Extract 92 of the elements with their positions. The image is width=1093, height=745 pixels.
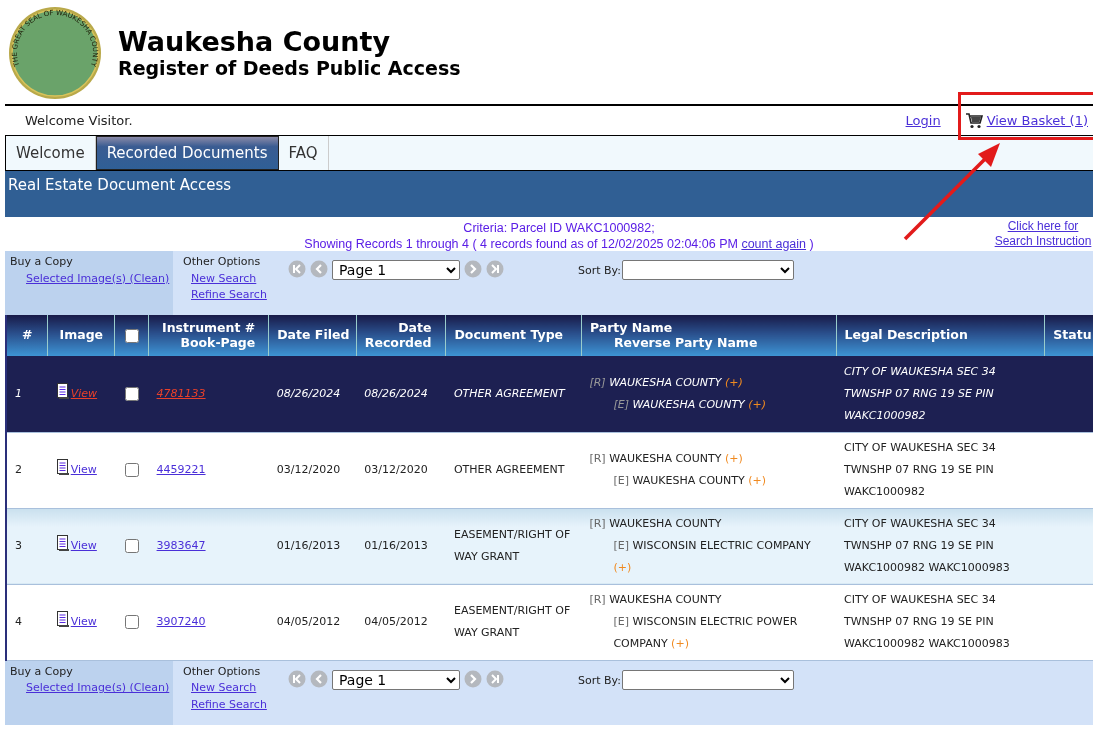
table-cell: CITY OF WAUKESHA SEC 34 TWNSHP 07 RNG 19 SE PIN WAKC1000982 WAKC1000983 — [836, 584, 1045, 660]
view-image-link[interactable]: View — [55, 463, 97, 476]
option-link[interactable]: Refine Search — [191, 288, 267, 301]
count-again-link[interactable]: count again — [741, 236, 807, 251]
view-basket-link[interactable]: View Basket (1) — [986, 110, 1088, 131]
table-cell: 3 — [7, 508, 48, 584]
party-name: [E] WISCONSIN ELECTRIC COMPANY (+) — [612, 538, 812, 576]
table-cell: 04/05/2012 — [356, 584, 446, 660]
column-header: Party Name Reverse Party Name — [589, 321, 758, 350]
table-cell: 08/26/2024 — [268, 356, 357, 432]
column-header: Date Recorded — [364, 321, 432, 350]
page-select[interactable]: Page 1 — [332, 260, 460, 280]
party-name: [E] WAUKESHA COUNTY (+) — [612, 396, 768, 413]
table-cell: 04/05/2012 — [268, 584, 357, 660]
first-page-icon[interactable] — [288, 669, 306, 688]
cart-icon — [964, 112, 983, 129]
table-cell: 4 — [7, 584, 48, 660]
instrument-link[interactable]: 4781133 — [156, 386, 206, 400]
row-checkbox[interactable] — [124, 539, 139, 553]
row-checkbox[interactable] — [124, 386, 139, 401]
column-header: Date Filed — [277, 327, 350, 343]
view-image-link[interactable]: View — [55, 386, 98, 400]
other-options-label: Other Options — [183, 663, 262, 680]
buy-copy-label: Buy a Copy — [10, 254, 74, 270]
section-title: Real Estate Document Access — [5, 171, 1093, 217]
table-cell: EASEMENT/RIGHT OF WAY GRANT — [445, 584, 582, 660]
previous-page-icon[interactable] — [310, 669, 328, 688]
view-image-link[interactable]: View — [55, 539, 97, 552]
table-cell: 2 — [7, 432, 48, 508]
table-cell: 03/12/2020 — [268, 432, 357, 508]
search-instructions-link[interactable]: Click here for Search Instruction — [994, 219, 1092, 249]
party-name: [E] WAUKESHA COUNTY (+) — [612, 473, 768, 489]
instrument-link[interactable]: 4459221 — [156, 463, 206, 476]
option-link[interactable]: New Search — [191, 681, 257, 694]
login-link[interactable]: Login — [905, 110, 941, 131]
instrument-link[interactable]: 3983647 — [156, 539, 206, 552]
welcome-text: Welcome Visitor. — [25, 111, 133, 130]
table-cell: CITY OF WAUKESHA SEC 34 TWNSHP 07 RNG 19 SE PIN WAKC1000982 WAKC1000983 — [836, 508, 1045, 584]
nav-tab[interactable]: FAQ — [278, 136, 329, 170]
nav-tab[interactable]: Recorded Documents — [95, 136, 279, 170]
option-link[interactable]: Refine Search — [191, 697, 267, 711]
column-header: Instrument # Book-Page — [162, 321, 256, 350]
select-all-checkbox[interactable] — [124, 328, 139, 343]
party-name: [R] WAUKESHA COUNTY — [589, 516, 723, 532]
first-page-icon[interactable] — [288, 260, 306, 278]
row-checkbox[interactable] — [124, 463, 139, 477]
selected-images-link[interactable]: Selected Image(s) (Clean) — [26, 681, 170, 694]
row-checkbox[interactable] — [124, 615, 139, 629]
document-icon — [55, 535, 69, 551]
buy-copy-label: Buy a Copy — [10, 663, 74, 680]
party-name: [R] WAUKESHA COUNTY (+) — [589, 451, 744, 467]
view-image-link[interactable]: View — [55, 615, 97, 628]
site-subtitle: Register of Deeds Public Access — [118, 57, 461, 80]
table-cell: EASEMENT/RIGHT OF WAY GRANT — [445, 508, 582, 584]
last-page-icon[interactable] — [486, 260, 504, 278]
document-icon — [55, 382, 69, 399]
other-options-label: Other Options — [183, 254, 262, 270]
party-name: [R] WAUKESHA COUNTY — [589, 592, 723, 608]
page-select[interactable]: Page 1 — [332, 669, 460, 690]
table-cell: CITY OF WAUKESHA SEC 34 TWNSHP 07 RNG 19 SE PIN WAKC1000982 — [836, 356, 1045, 432]
table-cell: CITY OF WAUKESHA SEC 34 TWNSHP 07 RNG 19 SE PIN WAKC1000982 — [836, 432, 1045, 508]
records-summary: Showing Records 1 through 4 ( 4 records found as of 12/02/2025 02:04:06 PM count again ) — [303, 236, 815, 253]
option-link[interactable]: New Search — [191, 271, 257, 285]
column-header: Document Type — [454, 327, 564, 343]
sort-by-select[interactable] — [622, 260, 794, 280]
instrument-link[interactable]: 3907240 — [156, 615, 206, 628]
column-header: Image — [59, 327, 104, 343]
table-cell: OTHER AGREEMENT — [445, 356, 582, 432]
column-header: Statu — [1053, 327, 1092, 343]
table-cell: OTHER AGREEMENT — [445, 432, 582, 508]
next-page-icon[interactable] — [464, 669, 482, 688]
table-cell: 08/26/2024 — [356, 356, 446, 432]
nav-tab[interactable]: Welcome — [6, 136, 96, 170]
table-cell: 1 — [7, 356, 48, 432]
column-header: Legal Description — [844, 327, 968, 343]
previous-page-icon[interactable] — [310, 260, 328, 278]
document-icon — [55, 459, 69, 475]
table-cell: 01/16/2013 — [356, 508, 446, 584]
site-title: Waukesha County — [118, 26, 392, 58]
sort-by-label: Sort By: — [578, 263, 621, 279]
document-icon — [55, 611, 69, 627]
selected-images-link[interactable]: Selected Image(s) (Clean) — [26, 271, 170, 285]
party-name: [R] WAUKESHA COUNTY (+) — [589, 374, 744, 391]
table-cell: 01/16/2013 — [268, 508, 357, 584]
sort-by-label: Sort By: — [578, 672, 621, 689]
party-name: [E] WISCONSIN ELECTRIC POWER COMPANY (+) — [612, 614, 799, 652]
table-cell: 03/12/2020 — [356, 432, 446, 508]
sort-by-select[interactable] — [622, 669, 794, 690]
column-header: # — [21, 327, 33, 343]
next-page-icon[interactable] — [464, 260, 482, 278]
last-page-icon[interactable] — [486, 669, 504, 688]
criteria-text: Criteria: Parcel ID WAKC1000982; — [462, 221, 656, 237]
